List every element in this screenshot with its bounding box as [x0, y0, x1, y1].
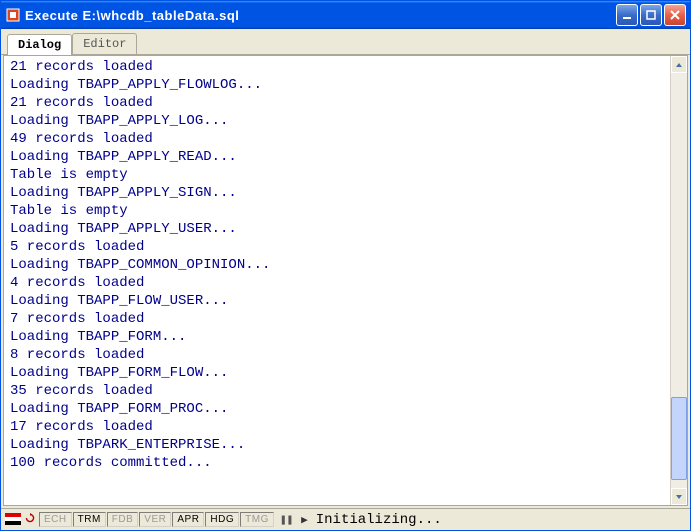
status-seg-ech[interactable]: ECH [39, 512, 72, 527]
scroll-track[interactable] [671, 73, 687, 488]
log-line: Table is empty [10, 202, 664, 220]
statusbar: ECHTRMFDBVERAPRHDGTMG ❚❚ ▶ Initializing.… [1, 508, 690, 530]
minimize-button[interactable] [616, 4, 638, 26]
window-title: Execute E:\whcdb_tableData.sql [25, 8, 616, 23]
log-line: Loading TBAPP_APPLY_READ... [10, 148, 664, 166]
close-button[interactable] [664, 4, 686, 26]
status-message: Initializing... [312, 512, 442, 528]
status-seg-ver[interactable]: VER [139, 512, 171, 527]
scroll-down-button[interactable] [671, 488, 687, 505]
log-line: 21 records loaded [10, 94, 664, 112]
log-line: 5 records loaded [10, 238, 664, 256]
status-seg-fdb[interactable]: FDB [107, 512, 139, 527]
play-icon[interactable]: ▶ [299, 513, 310, 526]
status-seg-apr[interactable]: APR [172, 512, 204, 527]
window-controls [616, 4, 686, 26]
log-line: 21 records loaded [10, 58, 664, 76]
tab-editor[interactable]: Editor [72, 33, 137, 54]
tab-dialog[interactable]: Dialog [7, 34, 72, 55]
log-line: Loading TBAPP_FORM_PROC... [10, 400, 664, 418]
log-line: 100 records committed... [10, 454, 664, 472]
log-line: Loading TBAPP_APPLY_SIGN... [10, 184, 664, 202]
log-line: Loading TBAPP_APPLY_LOG... [10, 112, 664, 130]
maximize-button[interactable] [640, 4, 662, 26]
titlebar[interactable]: Execute E:\whcdb_tableData.sql [1, 1, 690, 29]
log-pane: 21 records loadedLoading TBAPP_APPLY_FLO… [3, 55, 688, 506]
status-seg-hdg[interactable]: HDG [205, 512, 239, 527]
log-line: Loading TBAPP_COMMON_OPINION... [10, 256, 664, 274]
app-window: Execute E:\whcdb_tableData.sql Dialog Ed… [0, 0, 691, 531]
scroll-thumb[interactable] [671, 397, 687, 480]
log-line: Loading TBAPP_APPLY_FLOWLOG... [10, 76, 664, 94]
log-line: Loading TBAPP_APPLY_USER... [10, 220, 664, 238]
log-line: 49 records loaded [10, 130, 664, 148]
log-line: Loading TBPARK_ENTERPRISE... [10, 436, 664, 454]
log-line: Loading TBAPP_FORM_FLOW... [10, 364, 664, 382]
log-output[interactable]: 21 records loadedLoading TBAPP_APPLY_FLO… [4, 56, 670, 505]
status-segments: ECHTRMFDBVERAPRHDGTMG [39, 512, 274, 527]
vertical-scrollbar[interactable] [670, 56, 687, 505]
app-icon [5, 7, 21, 23]
log-line: 7 records loaded [10, 310, 664, 328]
log-line: 17 records loaded [10, 418, 664, 436]
log-line: 4 records loaded [10, 274, 664, 292]
log-line: 8 records loaded [10, 346, 664, 364]
status-seg-tmg[interactable]: TMG [240, 512, 274, 527]
flag-icon [5, 513, 21, 527]
content-area: 21 records loadedLoading TBAPP_APPLY_FLO… [1, 55, 690, 508]
tabstrip: Dialog Editor [1, 29, 690, 55]
log-line: Loading TBAPP_FLOW_USER... [10, 292, 664, 310]
log-line: Loading TBAPP_FORM... [10, 328, 664, 346]
scroll-up-button[interactable] [671, 56, 687, 73]
reload-icon[interactable] [23, 513, 37, 527]
pause-icon[interactable]: ❚❚ [276, 513, 297, 526]
log-line: 35 records loaded [10, 382, 664, 400]
status-seg-trm[interactable]: TRM [73, 512, 106, 527]
log-line: Table is empty [10, 166, 664, 184]
